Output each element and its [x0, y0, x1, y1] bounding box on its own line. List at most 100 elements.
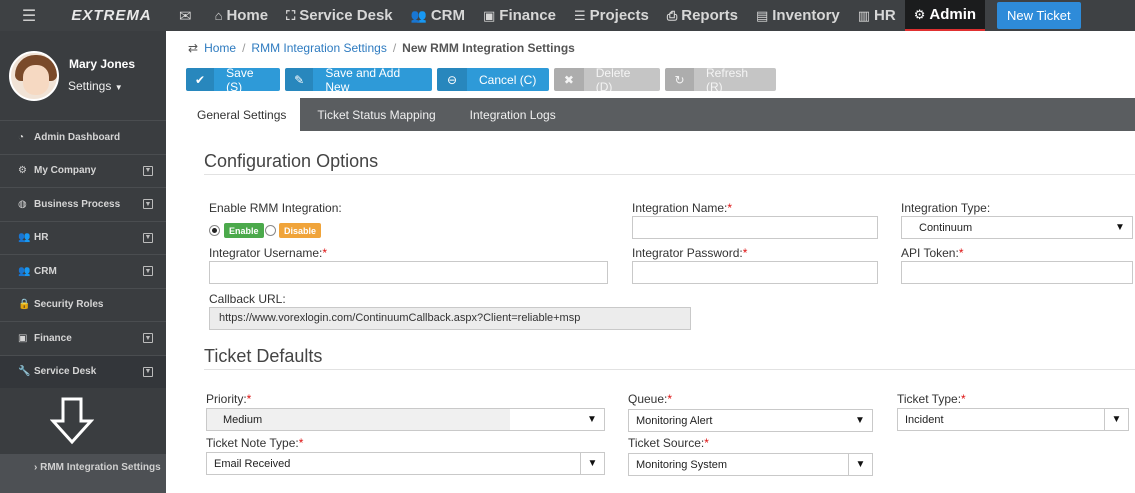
avatar[interactable] [9, 51, 59, 101]
dropdown-arrow-icon: ▼ [1115, 222, 1125, 233]
brand-logo[interactable]: EXTREMA [58, 0, 165, 31]
sidebar-item-crm[interactable]: 👥 CRM ▼ [0, 254, 166, 288]
toolbar: ✔ Save (S) ✎ Save and Add New ⊖ Cancel (C) … [186, 68, 776, 91]
sidebar-item-my-company[interactable]: ⚙ My Company ▼ [0, 153, 166, 188]
sidebar-item-finance[interactable]: ▣ Finance ▼ [0, 321, 166, 355]
dropdown-arrow-icon: ▼ [855, 415, 865, 426]
ticket-type-label: Ticket Type:* [897, 392, 966, 406]
nav-finance[interactable]: ▣ Finance [474, 0, 565, 31]
disable-badge[interactable]: Disable [279, 223, 322, 238]
new-ticket-button[interactable]: New Ticket [997, 2, 1081, 29]
dashboard-icon: ◔ [18, 131, 25, 143]
tab-ticket-status-mapping[interactable]: Ticket Status Mapping [300, 98, 452, 131]
wrench-icon: 🔧 [18, 366, 31, 378]
money-icon: ▣ [18, 332, 28, 344]
nav-inventory[interactable]: ▤ Inventory [747, 0, 849, 31]
tab-general-settings[interactable]: General Settings [183, 98, 301, 131]
enable-rmm-label: Enable RMM Integration: [209, 201, 342, 215]
hamburger-menu-icon[interactable]: ☰ [0, 0, 58, 31]
users-icon: 👥 [18, 265, 31, 277]
edit-icon: ✎ [285, 68, 314, 91]
expand-icon[interactable]: ▼ [143, 366, 153, 377]
delete-button[interactable]: ✖ Delete (D) [554, 68, 660, 91]
gear-icon: ⚙ [913, 6, 926, 22]
priority-select[interactable]: Medium ▼ [206, 408, 605, 431]
check-icon: ✔ [186, 68, 215, 91]
ticket-note-type-select[interactable]: Email Received ▼ [206, 452, 605, 475]
print-icon: ⎙ [666, 7, 678, 23]
nav-service-desk[interactable]: ⛶ Service Desk [277, 0, 402, 31]
refresh-icon: ↻ [665, 68, 695, 91]
users-icon: 👥 [410, 7, 427, 23]
sidebar-item-hr[interactable]: 👥 HR ▼ [0, 220, 166, 255]
integrator-username-label: Integrator Username:* [209, 246, 328, 260]
nav-crm[interactable]: 👥 CRM [402, 0, 474, 31]
sidebar-item-security-roles[interactable]: 🔒 Security Roles [0, 287, 166, 322]
expand-icon[interactable]: ▼ [143, 266, 153, 277]
expand-icon[interactable]: ▼ [143, 165, 153, 176]
expand-icon[interactable]: ▼ [143, 232, 153, 243]
callback-url-field[interactable]: https://www.vorexlogin.com/ContinuumCall… [209, 307, 691, 330]
server-icon: ▤ [755, 7, 769, 23]
breadcrumb-home[interactable]: Home [204, 41, 236, 55]
enable-radio[interactable] [209, 225, 220, 236]
briefcase-icon: ▥ [857, 7, 871, 23]
settings-dropdown[interactable]: Settings ▼ [68, 79, 123, 93]
sidebar: Mary Jones Settings ▼ ◔ Admin Dashboard ⚙… [0, 31, 166, 493]
tasks-icon: ☰ [573, 7, 586, 23]
sidebar-item-admin-dashboard[interactable]: ◔ Admin Dashboard [0, 120, 166, 154]
integration-type-label: Integration Type: [901, 201, 991, 215]
nav-projects[interactable]: ☰ Projects [565, 0, 658, 31]
save-button[interactable]: ✔ Save (S) [186, 68, 280, 91]
integrator-password-label: Integrator Password:* [632, 246, 748, 260]
dropdown-arrow-icon: ▼ [580, 453, 604, 474]
ticket-source-select[interactable]: Monitoring System ▼ [628, 453, 873, 476]
dropdown-arrow-icon: ▼ [848, 454, 872, 475]
disable-radio[interactable] [265, 225, 276, 236]
nav-home[interactable]: ⌂ Home [206, 0, 278, 31]
integration-name-label: Integration Name:* [632, 201, 733, 215]
queue-select[interactable]: Monitoring Alert ▼ [628, 409, 873, 432]
ticket-defaults-heading: Ticket Defaults [204, 346, 323, 366]
integration-name-input[interactable] [632, 216, 878, 239]
configuration-options-heading: Configuration Options [204, 151, 379, 171]
sidebar-item-service-desk[interactable]: 🔧 Service Desk ▼ [0, 354, 166, 388]
back-arrows-icon: ⇄ [188, 41, 199, 55]
api-token-input[interactable] [901, 261, 1133, 284]
tab-integration-logs[interactable]: Integration Logs [453, 98, 573, 131]
expand-icon[interactable]: ▼ [143, 199, 153, 210]
nav-admin[interactable]: ⚙ Admin [904, 0, 986, 31]
save-and-add-new-button[interactable]: ✎ Save and Add New [285, 68, 432, 91]
breadcrumb-current: New RMM Integration Settings [402, 41, 575, 55]
callback-url-label: Callback URL: [209, 292, 286, 306]
integrator-password-input[interactable] [632, 261, 878, 284]
integrator-username-input[interactable] [209, 261, 608, 284]
enable-badge[interactable]: Enable [224, 223, 264, 238]
api-token-label: API Token:* [901, 246, 964, 260]
caret-down-icon: ▼ [114, 83, 123, 92]
ticket-note-type-label: Ticket Note Type:* [206, 436, 304, 450]
main-content: ⇄ Home / RMM Integration Settings / New … [166, 31, 1135, 493]
nav-hr[interactable]: ▥ HR [849, 0, 905, 31]
mail-icon[interactable]: ✉ [165, 0, 206, 31]
main-nav: ✉ ⌂ Home ⛶ Service Desk 👥 CRM ▣ Finance ☰ Pro… [165, 0, 1081, 31]
nav-reports[interactable]: ⎙ Reports [658, 0, 747, 31]
divider [204, 174, 1135, 175]
close-icon: ✖ [554, 68, 584, 91]
top-navbar: ☰ EXTREMA ✉ ⌂ Home ⛶ Service Desk 👥 CRM ▣ Fi… [0, 0, 1135, 31]
sidebar-subitem-rmm-integration[interactable]: › RMM Integration Settings [0, 454, 166, 493]
sitemap-icon: ⛶ [286, 7, 296, 23]
breadcrumb-parent[interactable]: RMM Integration Settings [251, 41, 386, 55]
cancel-button[interactable]: ⊖ Cancel (C) [437, 68, 549, 91]
divider [204, 369, 1135, 370]
ticket-type-select[interactable]: Incident ▼ [897, 408, 1129, 431]
user-name: Mary Jones [69, 57, 136, 71]
chevron-right-icon: › [34, 462, 38, 473]
down-arrow-icon [50, 397, 94, 445]
queue-label: Queue:* [628, 392, 673, 406]
refresh-button[interactable]: ↻ Refresh (R) [665, 68, 776, 91]
integration-type-select[interactable]: Continuum ▼ [901, 216, 1133, 239]
expand-icon[interactable]: ▼ [143, 333, 153, 344]
dropdown-arrow-icon: ▼ [587, 414, 597, 425]
sidebar-item-business-process[interactable]: ◍ Business Process ▼ [0, 187, 166, 221]
